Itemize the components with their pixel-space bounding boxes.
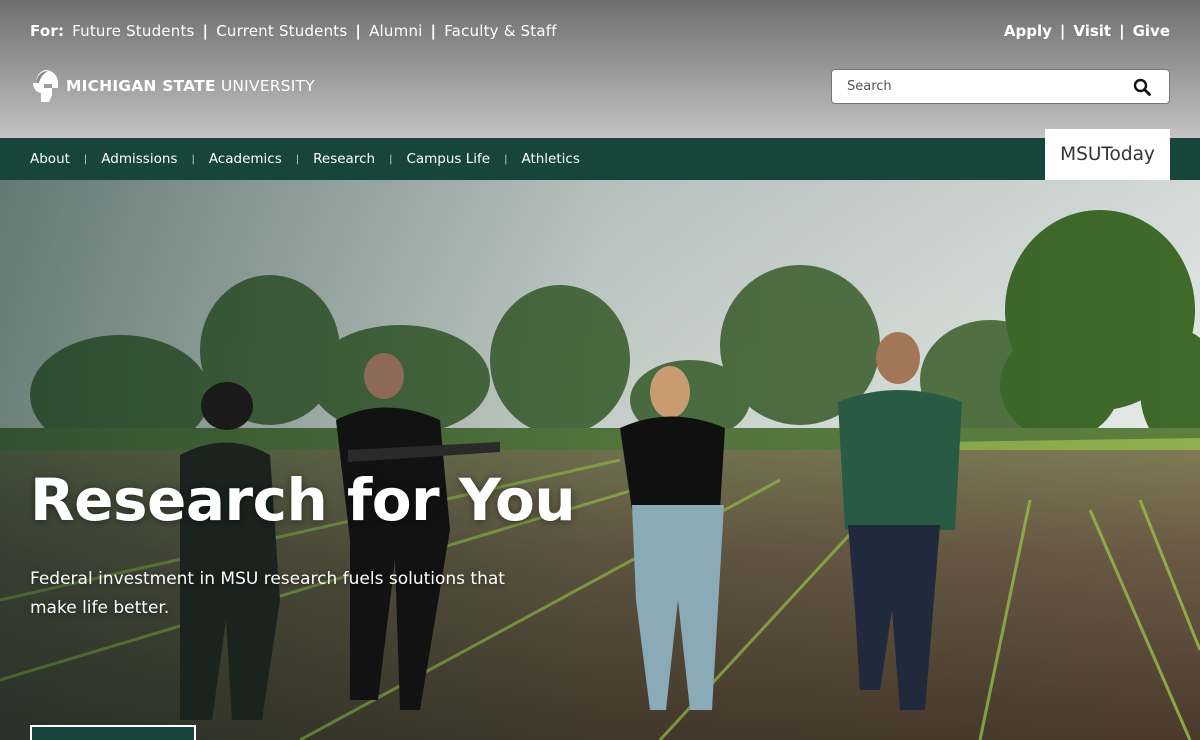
site-header: For: Future Students | Current Students … <box>0 0 1200 138</box>
spartan-helmet-icon <box>33 70 58 102</box>
hero-title: Research for You <box>30 466 576 534</box>
link-current-students[interactable]: Current Students <box>216 22 347 40</box>
nav-separator: | <box>504 153 508 165</box>
separator: | <box>355 22 362 40</box>
main-nav: About | Admissions | Academics | Researc… <box>0 129 1200 180</box>
logo-text-regular: UNIVERSITY <box>220 77 315 95</box>
nav-item-research[interactable]: Research <box>313 151 375 167</box>
audience-label: For: <box>30 22 65 40</box>
link-apply[interactable]: Apply <box>1004 22 1052 40</box>
hero-photo <box>0 180 1200 740</box>
nav-item-academics[interactable]: Academics <box>209 151 282 167</box>
nav-separator: | <box>83 153 88 165</box>
main-nav-items: About | Admissions | Academics | Researc… <box>0 151 580 167</box>
separator: | <box>1059 22 1066 40</box>
hero-banner: Research for You Federal investment in M… <box>0 180 1200 740</box>
search-box <box>831 69 1170 104</box>
link-future-students[interactable]: Future Students <box>72 22 194 40</box>
separator: | <box>430 22 437 40</box>
search-input[interactable] <box>832 70 1112 103</box>
audience-nav: For: Future Students | Current Students … <box>30 22 557 40</box>
nav-item-campus-life[interactable]: Campus Life <box>406 151 490 167</box>
nav-separator: | <box>389 153 393 165</box>
separator: | <box>1119 22 1125 40</box>
logo-wordmark: MICHIGAN STATE UNIVERSITY <box>66 77 315 95</box>
nav-item-about[interactable]: About <box>30 151 70 167</box>
nav-separator: | <box>295 153 300 165</box>
hero-subtitle: Federal investment in MSU research fuels… <box>30 569 505 618</box>
action-nav: Apply | Visit | Give <box>1004 22 1170 40</box>
nav-item-admissions[interactable]: Admissions <box>101 151 177 167</box>
msu-today-tab[interactable]: MSUToday <box>1045 129 1170 180</box>
separator: | <box>202 22 209 40</box>
msu-logo[interactable]: MICHIGAN STATE UNIVERSITY <box>30 68 315 104</box>
nav-item-athletics[interactable]: Athletics <box>521 151 579 167</box>
link-faculty-staff[interactable]: Faculty & Staff <box>444 22 557 40</box>
logo-text-bold: MICHIGAN STATE <box>66 77 216 95</box>
search-icon[interactable] <box>1133 78 1151 96</box>
hero-cta-button[interactable] <box>30 725 196 740</box>
link-visit[interactable]: Visit <box>1073 22 1111 40</box>
nav-separator: | <box>191 153 195 165</box>
link-give[interactable]: Give <box>1133 22 1170 40</box>
link-alumni[interactable]: Alumni <box>369 22 422 40</box>
